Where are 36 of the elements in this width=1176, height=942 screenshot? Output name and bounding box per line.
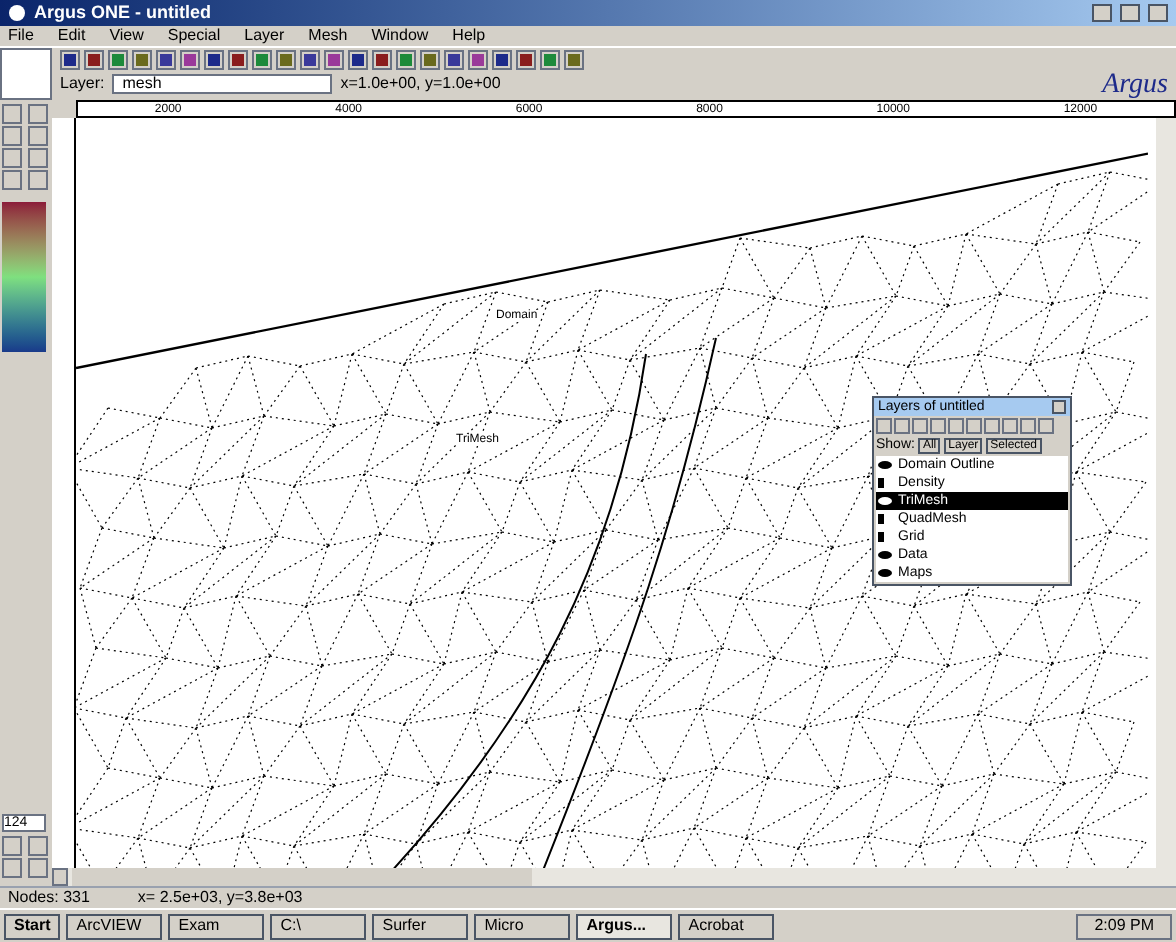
maximize-button[interactable] [1120,4,1140,22]
layer-label: Layer: [60,76,105,92]
status-text: Nodes: 331 [8,890,90,906]
menu-item[interactable]: Window [371,28,429,44]
clock: 2:09 PM [1076,913,1172,939]
layer-dropdown[interactable]: mesh [112,74,333,94]
app-icon [8,4,26,22]
menu-item[interactable]: View [109,28,144,44]
visibility-icon[interactable] [878,568,894,578]
menu-item[interactable]: Special [167,28,221,44]
taskbar-button[interactable]: ArcVIEW [66,913,163,939]
visibility-icon[interactable] [878,460,894,470]
menu-item[interactable]: Help [452,28,486,44]
status-text: x= 2.5e+03, y=3.8e+03 [137,890,303,906]
navigator-preview[interactable] [0,48,52,100]
horizontal-scrollbar[interactable] [52,868,1176,886]
menu-item[interactable]: Layer [244,28,285,44]
menu-item[interactable]: Mesh [308,28,348,44]
menu-item[interactable]: File [8,28,34,44]
taskbar-button[interactable]: Exam [168,913,265,939]
close-button[interactable] [1052,400,1066,414]
window-title: Argus ONE - untitled [34,4,213,22]
visibility-icon[interactable] [878,550,894,560]
taskbar-button[interactable]: Surfer [372,913,469,939]
coordinate-readout: x=1.0e+00, y=1.0e+00 [340,76,501,92]
taskbar-button[interactable]: Micro [474,913,571,939]
vertical-scrollbar[interactable] [1156,118,1176,868]
menu-item[interactable]: Edit [57,28,86,44]
start-button[interactable]: Start [4,913,61,939]
close-button[interactable] [1148,4,1168,22]
taskbar-button[interactable]: Argus... [576,913,673,939]
app-logo: Argus [1102,72,1170,100]
taskbar-button[interactable]: Acrobat [678,913,775,939]
minimize-button[interactable] [1092,4,1112,22]
taskbar-button[interactable]: C:\ [270,913,367,939]
visibility-icon[interactable] [878,496,894,506]
